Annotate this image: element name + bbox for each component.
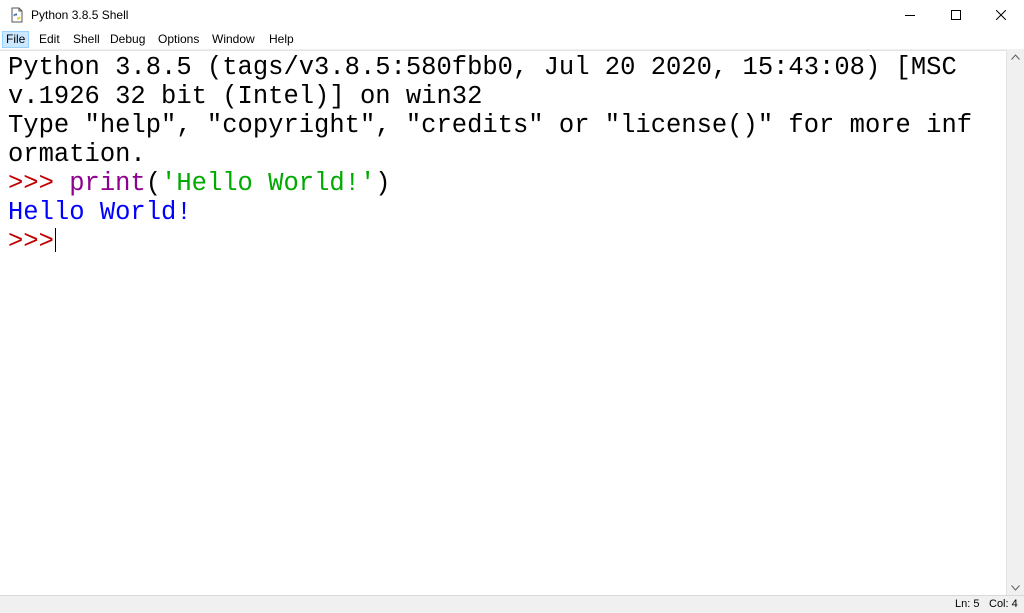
string-literal: 'Hello World!' bbox=[161, 169, 376, 198]
shell-prompt: >>> bbox=[8, 169, 70, 198]
menu-options[interactable]: Options bbox=[155, 31, 202, 48]
maximize-icon bbox=[951, 10, 961, 20]
menu-window[interactable]: Window bbox=[209, 31, 258, 48]
menu-edit[interactable]: Edit bbox=[36, 31, 63, 48]
menu-help[interactable]: Help bbox=[266, 31, 297, 48]
minimize-button[interactable] bbox=[887, 0, 933, 30]
close-button[interactable] bbox=[978, 0, 1024, 30]
close-icon bbox=[996, 10, 1006, 20]
menu-debug[interactable]: Debug bbox=[107, 31, 148, 48]
command-output: Hello World! bbox=[8, 198, 192, 227]
text-cursor bbox=[54, 228, 56, 252]
column-number: Col: 4 bbox=[989, 598, 1018, 610]
command-line: >>> print('Hello World!') bbox=[8, 169, 391, 198]
banner-line: v.1926 32 bit (Intel)] on win32 bbox=[8, 82, 483, 111]
python-idle-icon bbox=[9, 7, 25, 23]
menu-bar: File Edit Shell Debug Options Window Hel… bbox=[0, 30, 1024, 50]
minimize-icon bbox=[905, 15, 915, 16]
title-bar: Python 3.8.5 Shell bbox=[0, 0, 1024, 30]
banner-line: Python 3.8.5 (tags/v3.8.5:580fbb0, Jul 2… bbox=[8, 53, 957, 82]
shell-text-area[interactable]: Python 3.8.5 (tags/v3.8.5:580fbb0, Jul 2… bbox=[0, 50, 1006, 596]
scroll-down-icon[interactable] bbox=[1011, 585, 1020, 591]
status-bar: Ln: 5 Col: 4 bbox=[0, 595, 1024, 613]
close-paren: ) bbox=[375, 169, 391, 198]
builtin-keyword: print bbox=[69, 169, 146, 198]
banner-line: Type "help", "copyright", "credits" or "… bbox=[8, 111, 973, 140]
open-paren: ( bbox=[145, 169, 162, 198]
shell-prompt: >>> bbox=[8, 227, 54, 256]
input-line[interactable]: >>> bbox=[8, 227, 56, 256]
menu-file[interactable]: File bbox=[2, 31, 30, 48]
vertical-scrollbar[interactable] bbox=[1006, 50, 1024, 595]
menu-shell[interactable]: Shell bbox=[70, 31, 103, 48]
line-number: Ln: 5 bbox=[955, 598, 980, 610]
window-title: Python 3.8.5 Shell bbox=[31, 8, 129, 22]
banner-line: ormation. bbox=[8, 140, 146, 169]
scroll-up-icon[interactable] bbox=[1011, 54, 1020, 60]
maximize-button[interactable] bbox=[933, 0, 979, 30]
